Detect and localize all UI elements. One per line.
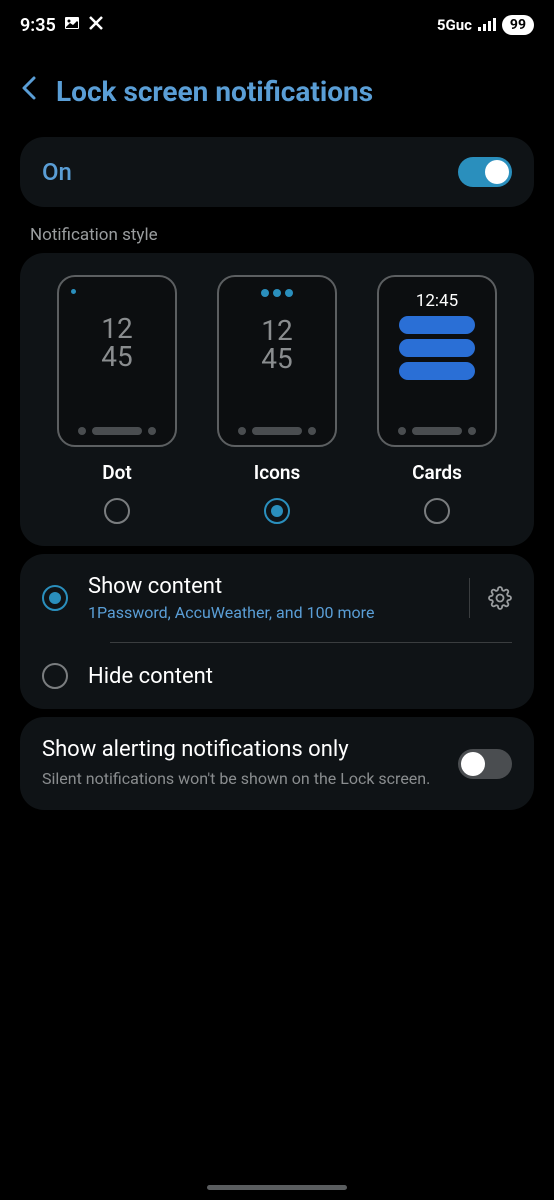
main-toggle-card[interactable]: On <box>20 137 534 207</box>
show-content-row[interactable]: Show content 1Password, AccuWeather, and… <box>20 554 534 642</box>
phone-preview-icons: 12 45 <box>217 275 337 447</box>
home-indicator[interactable] <box>207 1185 347 1190</box>
radio-icons[interactable] <box>264 498 290 524</box>
style-card: 12 45 Dot 12 45 Icons 12 <box>20 253 534 546</box>
style-name-cards: Cards <box>412 461 462 484</box>
show-content-title: Show content <box>88 574 449 599</box>
alerting-title: Show alerting notifications only <box>42 737 438 762</box>
main-toggle-label: On <box>42 158 72 186</box>
alerting-card[interactable]: Show alerting notifications only Silent … <box>20 717 534 810</box>
style-section-label: Notification style <box>30 225 524 245</box>
hide-content-row[interactable]: Hide content <box>20 643 534 709</box>
header: Lock screen notifications <box>0 50 554 129</box>
show-content-settings-button[interactable] <box>469 578 512 618</box>
radio-cards[interactable] <box>424 498 450 524</box>
status-time: 9:35 <box>20 15 56 36</box>
status-right: 5Guc 99 <box>437 15 534 36</box>
style-option-dot[interactable]: 12 45 Dot <box>42 275 192 524</box>
phone-preview-cards: 12:45 <box>377 275 497 447</box>
style-name-dot: Dot <box>102 461 132 484</box>
content-card: Show content 1Password, AccuWeather, and… <box>20 554 534 709</box>
main-toggle-switch[interactable] <box>458 157 512 187</box>
network-label: 5Guc <box>437 16 472 34</box>
radio-dot[interactable] <box>104 498 130 524</box>
radio-hide-content[interactable] <box>42 663 68 689</box>
gallery-icon <box>64 15 80 36</box>
alerting-toggle-switch[interactable] <box>458 749 512 779</box>
alerting-subtitle: Silent notifications won't be shown on t… <box>42 768 438 790</box>
radio-show-content[interactable] <box>42 585 68 611</box>
page-title: Lock screen notifications <box>56 75 373 108</box>
back-button[interactable] <box>20 74 38 109</box>
show-content-subtitle: 1Password, AccuWeather, and 100 more <box>88 603 449 622</box>
x-icon <box>88 15 104 36</box>
style-option-icons[interactable]: 12 45 Icons <box>202 275 352 524</box>
signal-icon <box>478 15 496 36</box>
phone-preview-dot: 12 45 <box>57 275 177 447</box>
gear-icon <box>488 586 512 610</box>
hide-content-title: Hide content <box>88 664 512 689</box>
battery-indicator: 99 <box>502 15 534 35</box>
style-name-icons: Icons <box>254 461 301 484</box>
status-bar: 9:35 5Guc 99 <box>0 0 554 50</box>
status-left: 9:35 <box>20 15 104 36</box>
style-option-cards[interactable]: 12:45 Cards <box>362 275 512 524</box>
